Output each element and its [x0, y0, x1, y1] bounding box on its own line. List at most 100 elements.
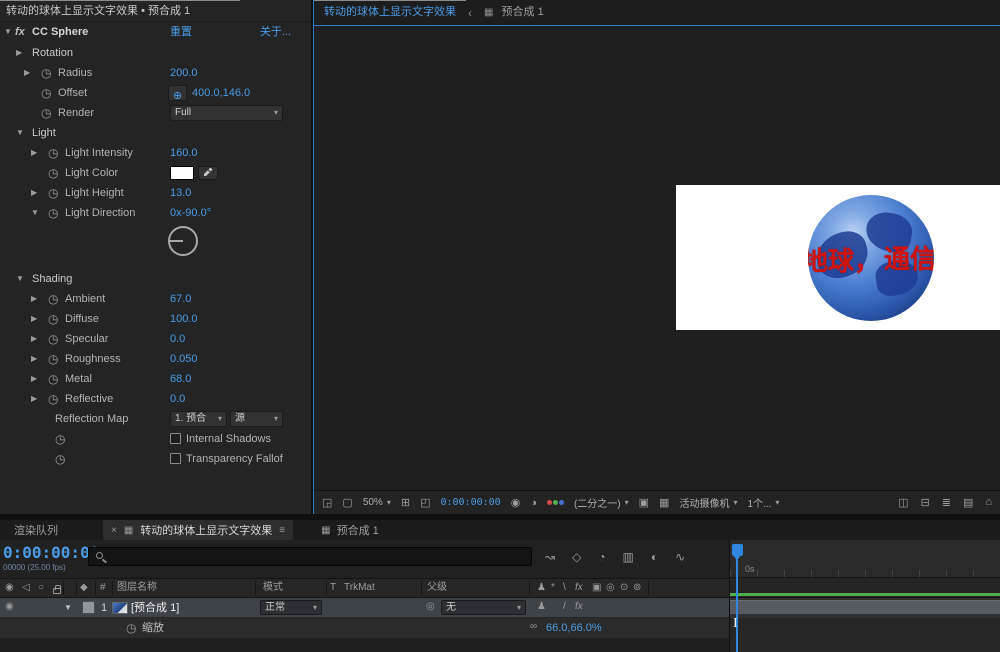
current-time-display[interactable]: 0:00:00:00	[3, 543, 99, 562]
panel-menu-icon[interactable]: ≡	[279, 525, 285, 536]
preview-timecode[interactable]: 0:00:00:00	[440, 497, 500, 508]
tab-precomp[interactable]: ▦ 预合成 1	[474, 0, 554, 25]
magnification-select[interactable]: 50% ▾	[363, 497, 391, 508]
layer-name-column-header[interactable]: 图层名称	[117, 579, 157, 597]
close-icon[interactable]: ×	[111, 525, 117, 536]
threed-switch-icon[interactable]: ⊚	[633, 579, 641, 597]
chevron-right-icon[interactable]: ▶	[31, 389, 37, 409]
exposure-icon[interactable]: ⌂	[985, 496, 992, 509]
stopwatch-icon[interactable]: ◷	[48, 163, 58, 183]
property-value[interactable]: 400.0,146.0	[192, 83, 250, 103]
pixel-aspect-icon[interactable]: ◫	[898, 496, 908, 509]
chevron-right-icon[interactable]: ▶	[31, 289, 37, 309]
t-column-header[interactable]: T	[330, 579, 336, 597]
playhead[interactable]	[732, 540, 744, 652]
reflection-map-select[interactable]: 1. 预合 ▾	[170, 411, 227, 427]
property-value[interactable]: 0.0	[170, 389, 185, 409]
render-select[interactable]: Full ▾	[170, 105, 283, 121]
solo-column-icon[interactable]: ○	[38, 579, 44, 597]
scale-property-row[interactable]: ◷ 缩放 ∞ 66.0,66.0%	[0, 618, 729, 638]
property-value[interactable]: 13.0	[170, 183, 191, 203]
tab-comp-active[interactable]: 转动的球体上显示文字效果	[314, 0, 466, 25]
timeline-button-icon[interactable]: ≣	[942, 496, 951, 509]
timeline-search-input[interactable]	[88, 547, 532, 566]
chevron-down-icon[interactable]: ▼	[4, 22, 12, 42]
property-value[interactable]: 66.0,66.0%	[546, 618, 602, 638]
mask-visibility-icon[interactable]: ◰	[420, 496, 430, 509]
fx-switch-icon[interactable]: fx	[575, 579, 583, 597]
stopwatch-icon[interactable]: ◷	[48, 309, 58, 329]
layer-label-color[interactable]	[82, 601, 95, 614]
layer-twirl-icon[interactable]: ▼	[64, 598, 72, 618]
chevron-right-icon[interactable]: ▶	[24, 63, 30, 83]
layer-shy-toggle[interactable]: ♟	[537, 598, 546, 616]
angle-dial[interactable]	[166, 224, 200, 258]
crosshair-button[interactable]: ⊕	[168, 85, 187, 102]
adjustment-switch-icon[interactable]: ⊙	[620, 579, 628, 597]
time-ruler[interactable]: 0s	[730, 540, 1000, 578]
effect-controls-tab[interactable]: 转动的球体上显示文字效果 • 预合成 1	[0, 0, 311, 22]
blend-mode-select[interactable]: 正常 ▾	[260, 600, 322, 615]
property-value[interactable]: 68.0	[170, 369, 191, 389]
reflection-map-source-select[interactable]: 源 ▾	[230, 411, 283, 427]
property-label[interactable]: 缩放	[142, 618, 164, 638]
stopwatch-icon[interactable]: ◷	[48, 203, 58, 223]
timeline-track-area[interactable]: 0s I	[730, 540, 1000, 652]
playhead-handle[interactable]	[732, 544, 743, 561]
view-layout-select[interactable]: 1个... ▾	[747, 495, 779, 510]
property-value[interactable]: 0.0	[170, 329, 185, 349]
parent-pickwhip-icon[interactable]: ◎	[426, 598, 435, 616]
mini-flowchart-icon[interactable]: ↝	[545, 550, 555, 564]
primary-viewer-icon[interactable]: ▢	[342, 496, 352, 509]
audio-column-icon[interactable]: ◁	[22, 579, 30, 597]
color-swatch[interactable]	[170, 166, 194, 180]
quality-switch-icon[interactable]: \	[563, 579, 566, 597]
layer-name[interactable]: [预合成 1]	[131, 598, 179, 618]
reset-link[interactable]: 重置	[170, 22, 192, 42]
stopwatch-icon[interactable]: ◷	[48, 389, 58, 409]
checkbox[interactable]	[170, 433, 181, 444]
stopwatch-icon[interactable]: ◷	[48, 349, 58, 369]
property-value[interactable]: 0.050	[170, 349, 198, 369]
show-channel-icon[interactable]	[546, 500, 564, 505]
chevron-right-icon[interactable]: ▶	[31, 349, 37, 369]
lock-column-icon[interactable]	[53, 585, 61, 594]
tab-render-queue[interactable]: 渲染队列	[14, 522, 58, 538]
region-of-interest-icon[interactable]: ▣	[639, 496, 649, 509]
eye-column-icon[interactable]: ◉	[5, 579, 14, 597]
property-value[interactable]: 0x-90.0°	[170, 203, 211, 223]
composition-viewer[interactable]: 地球， 通信	[314, 25, 1000, 490]
stopwatch-icon[interactable]: ◷	[41, 83, 51, 103]
tab-timeline-active[interactable]: × ▦ 转动的球体上显示文字效果 ≡	[103, 520, 294, 540]
transparency-grid-icon[interactable]: ▦	[659, 496, 669, 509]
stopwatch-icon[interactable]: ◷	[48, 183, 58, 203]
layer-visibility-toggle[interactable]: ◉	[5, 598, 14, 616]
frame-blend-icon[interactable]: ▥	[623, 550, 634, 564]
chevron-right-icon[interactable]: ▶	[16, 43, 22, 63]
motion-blur-icon[interactable]: ◐	[651, 550, 658, 564]
tab-precomp-timeline[interactable]: ▦ 预合成 1	[321, 522, 379, 538]
chevron-right-icon[interactable]: ▶	[31, 309, 37, 329]
always-preview-icon[interactable]: ◲	[322, 496, 332, 509]
chevron-right-icon[interactable]: ▶	[31, 143, 37, 163]
stopwatch-icon[interactable]: ◷	[48, 143, 58, 163]
parent-select[interactable]: 无 ▾	[441, 600, 526, 615]
tab-overflow-chevron-icon[interactable]: ‹	[468, 6, 472, 20]
chevron-down-icon[interactable]: ▼	[16, 269, 24, 289]
draft-3d-icon[interactable]: ◇	[572, 550, 581, 564]
eyedropper-button[interactable]	[198, 166, 218, 180]
stopwatch-icon[interactable]: ◷	[48, 329, 58, 349]
resolution-select[interactable]: (二分之一) ▾	[574, 495, 629, 510]
stopwatch-icon[interactable]: ◷	[48, 369, 58, 389]
chevron-down-icon[interactable]: ▼	[31, 203, 39, 223]
shy-icon[interactable]: ◔	[598, 550, 605, 564]
layer-duration-bar[interactable]	[730, 600, 1000, 615]
layer-fx-toggle[interactable]: fx	[575, 598, 583, 616]
chevron-right-icon[interactable]: ▶	[31, 329, 37, 349]
checkbox[interactable]	[170, 453, 181, 464]
layer-row[interactable]: ◉ ▼ 1 [预合成 1] 正常 ▾ ◎ 无 ▾ ♟ / fx	[0, 598, 729, 618]
property-value[interactable]: 67.0	[170, 289, 191, 309]
frame-blend-switch-icon[interactable]: ▣	[592, 579, 601, 597]
chevron-right-icon[interactable]: ▶	[31, 369, 37, 389]
chevron-down-icon[interactable]: ▼	[16, 123, 24, 143]
